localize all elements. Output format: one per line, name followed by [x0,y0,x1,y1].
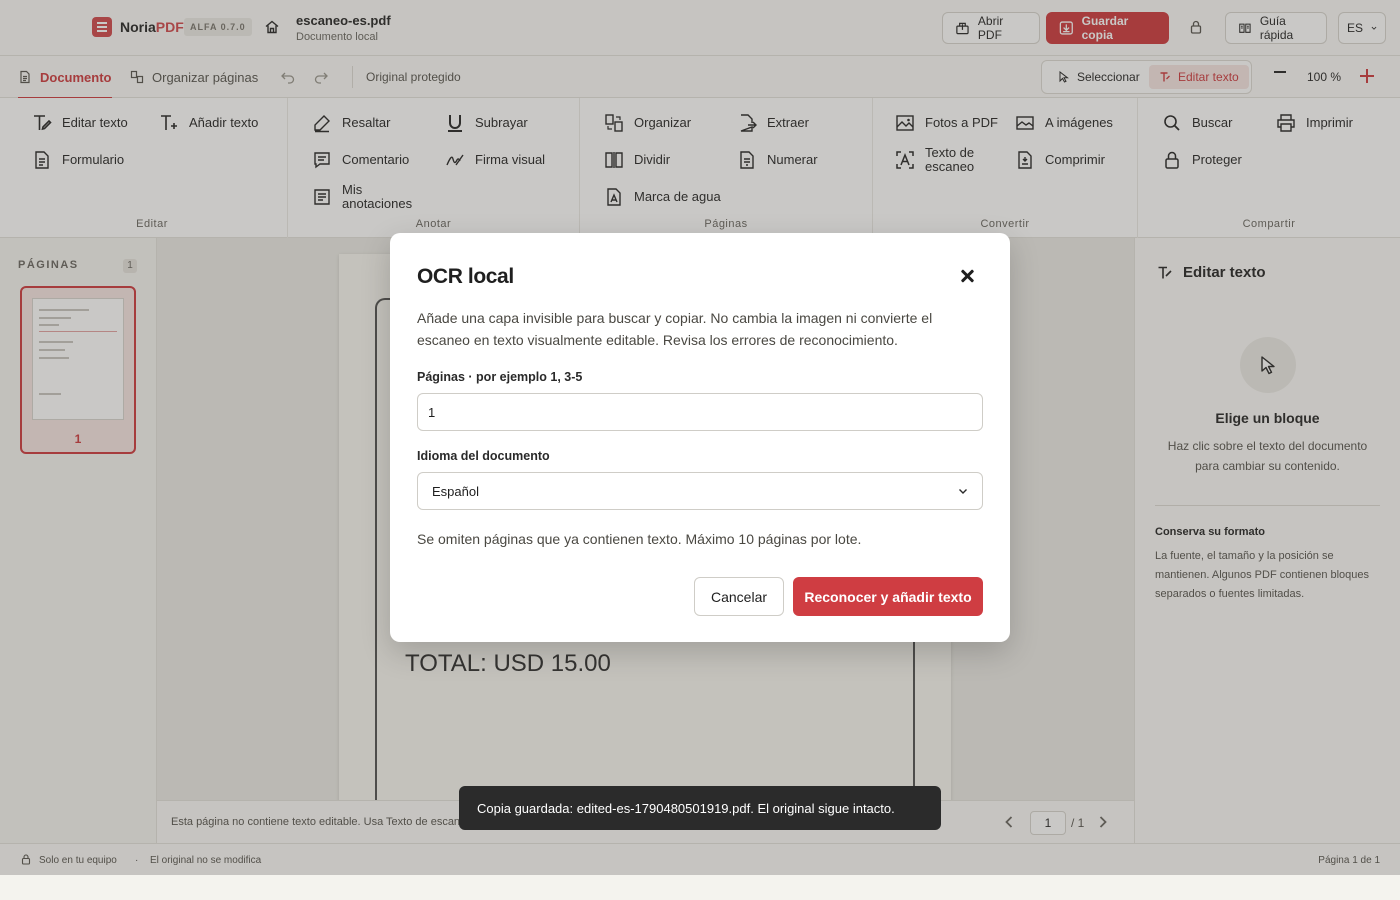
document-language-select[interactable]: Español [417,472,983,510]
dialog-description: Añade una capa invisible para buscar y c… [417,310,933,348]
app-window: NoriaPDF ALFA 0.7.0 escaneo-es.pdf Docum… [0,0,1400,875]
pages-input[interactable] [417,393,983,431]
recognize-button[interactable]: Reconocer y añadir texto [793,577,983,616]
language-field-label: Idioma del documento [417,449,550,463]
language-selected-value: Español [432,483,479,499]
dialog-note: Se omiten páginas que ya contienen texto… [417,531,862,547]
pages-field-label: Páginas · por ejemplo 1, 3-5 [417,370,583,384]
dialog-title: OCR local [417,265,514,288]
ocr-dialog: OCR local Añade una capa invisible para … [390,233,1010,642]
close-icon[interactable] [958,267,976,285]
cancel-button[interactable]: Cancelar [694,577,784,616]
save-toast: Copia guardada: edited-es-1790480501919.… [459,786,941,830]
chevron-down-icon [959,489,967,494]
